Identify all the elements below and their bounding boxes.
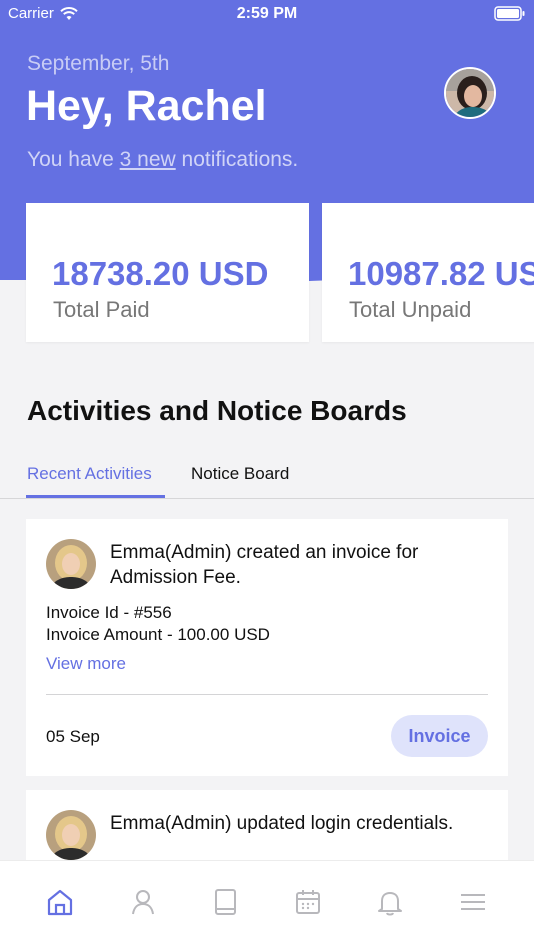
activity-card[interactable]: Emma(Admin) created an invoice for Admis… <box>26 519 508 776</box>
nav-calendar[interactable] <box>291 885 325 919</box>
activity-date: 05 Sep <box>46 727 100 746</box>
nav-profile[interactable] <box>126 885 160 919</box>
tab-recent-activities[interactable]: Recent Activities <box>27 464 152 484</box>
header-date: September, 5th <box>27 52 170 75</box>
invoice-amount: Invoice Amount - 100.00 USD <box>46 625 270 644</box>
total-paid-value: 18738.20 USD <box>52 255 269 292</box>
active-tab-indicator <box>26 495 165 498</box>
nav-notifications[interactable] <box>373 885 407 919</box>
total-unpaid-value: 10987.82 USD <box>348 255 534 292</box>
nav-home[interactable] <box>43 885 77 919</box>
nav-library[interactable] <box>208 885 242 919</box>
profile-icon <box>132 890 154 915</box>
notification-summary: You have 3 new notifications. <box>27 148 298 172</box>
greeting-title: Hey, Rachel <box>26 82 267 130</box>
admin-avatar <box>46 810 96 860</box>
activity-message: Emma(Admin) created an invoice for Admis… <box>110 542 419 588</box>
status-bar: Carrier 2:59 PM <box>0 0 534 28</box>
home-icon <box>47 889 73 916</box>
tab-notice-board[interactable]: Notice Board <box>191 464 289 484</box>
battery-icon <box>494 6 526 25</box>
user-avatar[interactable] <box>444 67 496 119</box>
bell-icon <box>378 892 402 916</box>
admin-avatar <box>46 539 96 589</box>
menu-icon <box>461 894 485 910</box>
notifications-link[interactable]: 3 new <box>120 148 176 171</box>
nav-menu[interactable] <box>456 885 490 919</box>
activity-message: Emma(Admin) updated login credentials. <box>110 813 454 834</box>
invoice-tag-button[interactable]: Invoice <box>391 715 488 757</box>
total-paid-card[interactable]: 18738.20 USD Total Paid <box>26 203 309 342</box>
total-unpaid-card[interactable]: 10987.82 USD Total Unpaid <box>322 203 534 342</box>
section-title: Activities and Notice Boards <box>27 395 407 426</box>
book-icon <box>215 889 236 915</box>
invoice-id: Invoice Id - #556 <box>46 603 172 622</box>
status-time: 2:59 PM <box>236 5 298 22</box>
total-paid-label: Total Paid <box>53 297 150 322</box>
bottom-navigation <box>0 860 534 950</box>
view-more-link[interactable]: View more <box>46 654 126 674</box>
total-unpaid-label: Total Unpaid <box>349 297 472 322</box>
card-divider <box>46 694 488 695</box>
notif-suffix: notifications. <box>175 148 299 171</box>
calendar-icon <box>296 890 320 914</box>
activity-tabs: Recent Activities Notice Board <box>0 455 534 499</box>
notif-prefix: You have <box>27 148 120 171</box>
